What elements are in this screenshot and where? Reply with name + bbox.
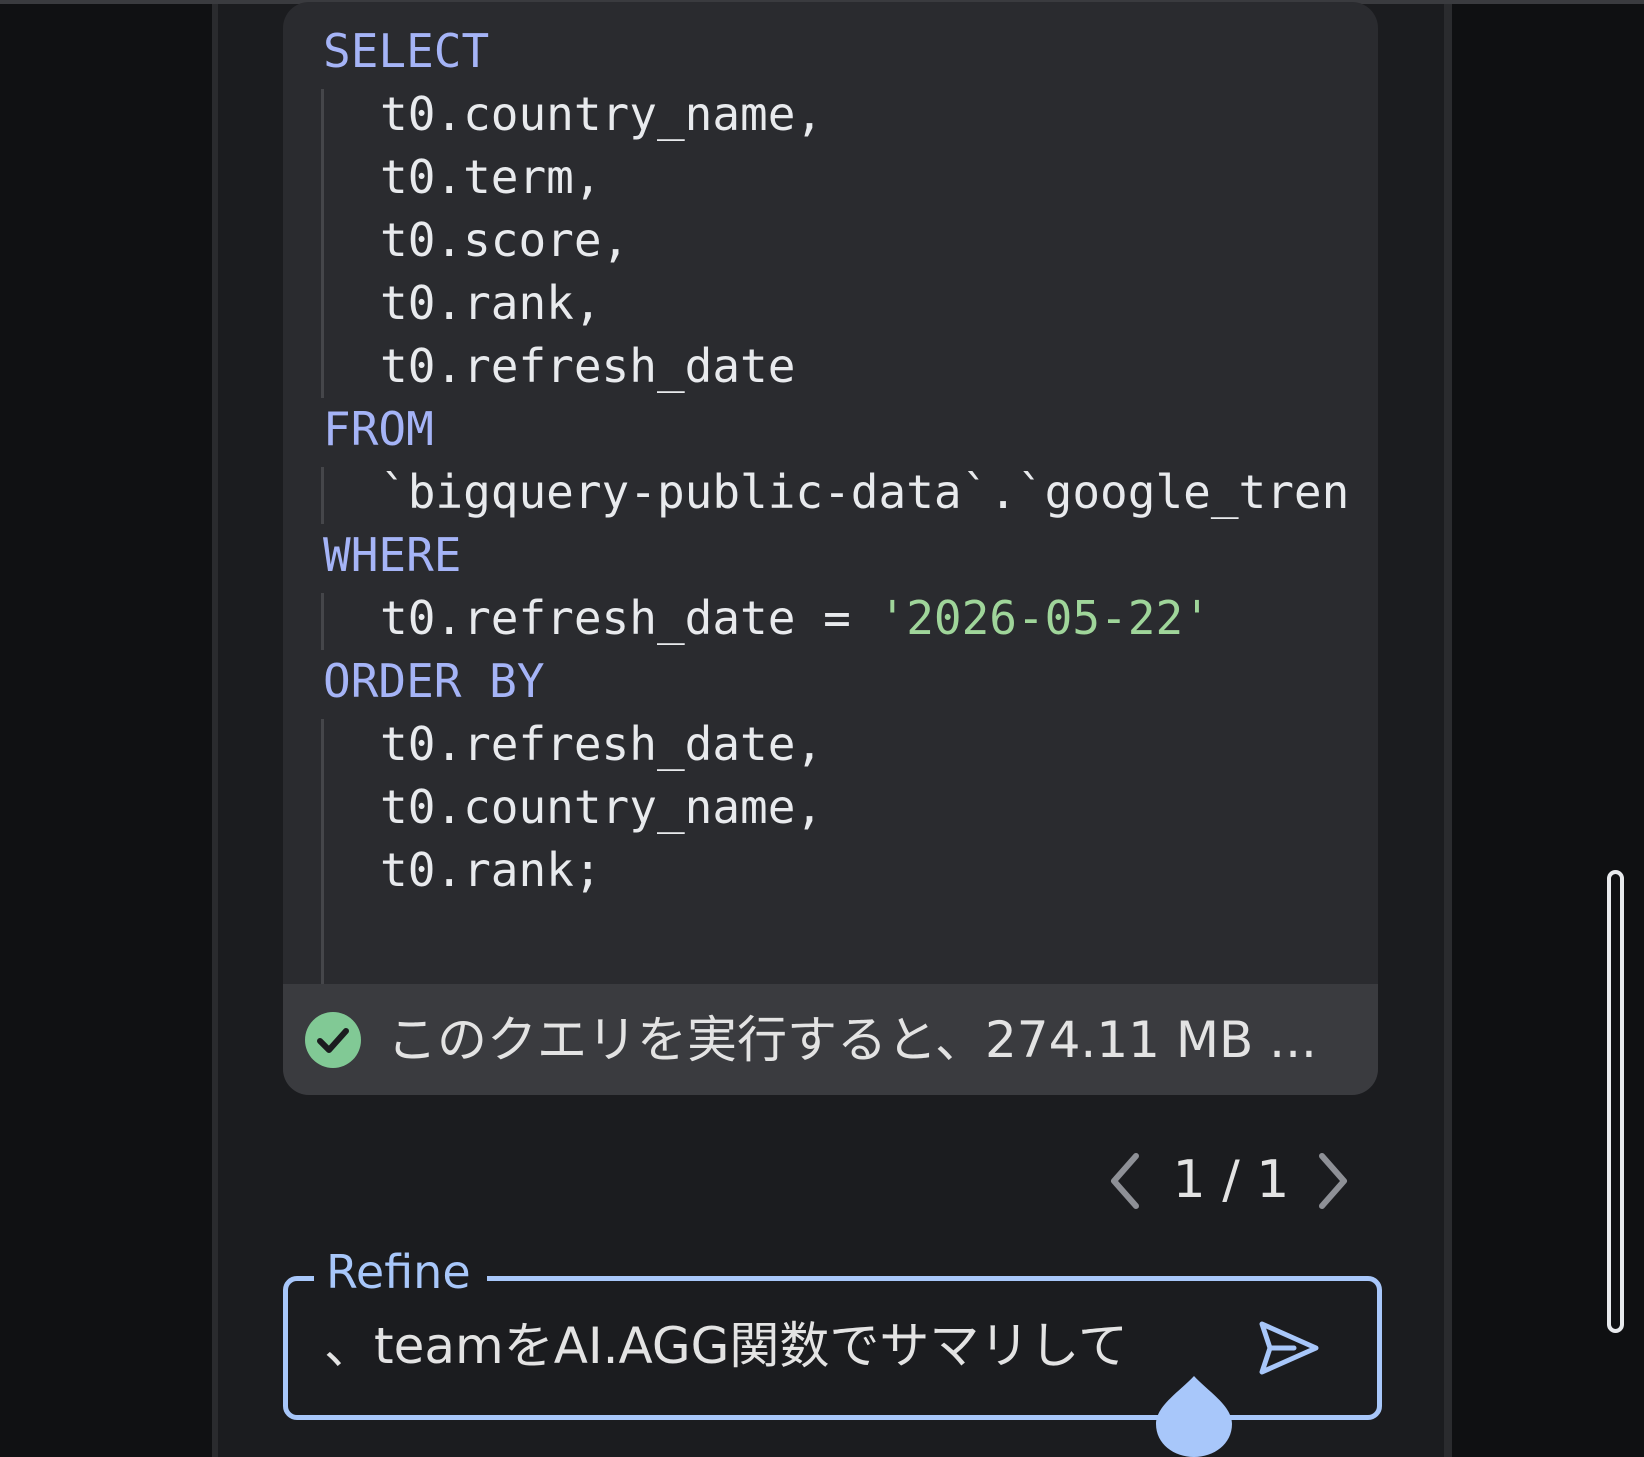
code-line: FROM [323, 398, 434, 461]
code-line: WHERE [323, 524, 461, 587]
screen: SELECT t0.country_name, t0.term, t0.score, t… [0, 0, 1644, 1457]
code-line: ORDER BY [323, 650, 545, 713]
sql-code-block[interactable]: SELECT t0.country_name, t0.term, t0.score, t… [283, 2, 1378, 984]
code-line: t0.refresh_date [380, 335, 795, 398]
sql-text: t0.rank, [380, 276, 602, 330]
code-line: t0.term, [380, 146, 602, 209]
query-status-bar: このクエリを実行すると、274.11 MB ... [283, 984, 1378, 1095]
sql-text: t0.refresh_date [380, 339, 796, 393]
sql-text: t0.country_name, [380, 87, 824, 141]
sql-keyword: WHERE [323, 528, 462, 582]
code-line: t0.country_name, [380, 83, 823, 146]
indent-guide [321, 593, 324, 650]
refine-input[interactable]: 、teamをAI.AGG関数でサマリして [324, 1306, 1204, 1386]
chevron-right-icon[interactable] [1308, 1146, 1358, 1216]
chevron-left-icon[interactable] [1100, 1146, 1150, 1216]
sql-keyword: SELECT [323, 24, 490, 78]
pager-count: 1 / 1 [1172, 1150, 1290, 1210]
code-line: SELECT [323, 20, 489, 83]
sql-string: '2026-05-22' [878, 591, 1211, 645]
code-line: t0.rank; [380, 839, 602, 902]
code-line: t0.score, [380, 209, 629, 272]
indent-guide [321, 719, 324, 902]
sql-text: t0.rank; [380, 843, 602, 897]
code-line: t0.refresh_date, [380, 713, 823, 776]
code-line: t0.country_name, [380, 776, 823, 839]
indent-guide [321, 467, 324, 524]
scrollbar[interactable] [1607, 870, 1624, 1333]
suggestion-pager: 1 / 1 [1100, 1140, 1360, 1220]
sql-code-card: SELECT t0.country_name, t0.term, t0.score, t… [283, 2, 1378, 1095]
code-line: `bigquery-public-data`.`google_tren [380, 461, 1349, 524]
sql-keyword: FROM [323, 402, 434, 456]
sql-text: t0.term, [380, 150, 602, 204]
sql-text: t0.refresh_date = [380, 591, 879, 645]
code-line: t0.refresh_date = '2026-05-22' [380, 587, 1211, 650]
text-cursor-handle[interactable] [1154, 1376, 1234, 1457]
left-gutter [0, 0, 213, 1457]
code-line: t0.rank, [380, 272, 602, 335]
refine-label: Refine [314, 1240, 487, 1304]
sql-text: `bigquery-public-data`.`google_tren [380, 465, 1350, 519]
panel-right-border [1444, 0, 1452, 1457]
sql-text: t0.score, [380, 213, 630, 267]
indent-guide [321, 89, 324, 398]
sql-text: t0.refresh_date, [380, 717, 824, 771]
sql-keyword: ORDER BY [323, 654, 545, 708]
send-button[interactable] [1252, 1312, 1324, 1384]
sql-text: t0.country_name, [380, 780, 824, 834]
query-status-text: このクエリを実行すると、274.11 MB ... [387, 1011, 1317, 1069]
send-icon [1259, 1321, 1319, 1375]
indent-guide [321, 902, 324, 984]
check-circle-icon [305, 1012, 361, 1068]
